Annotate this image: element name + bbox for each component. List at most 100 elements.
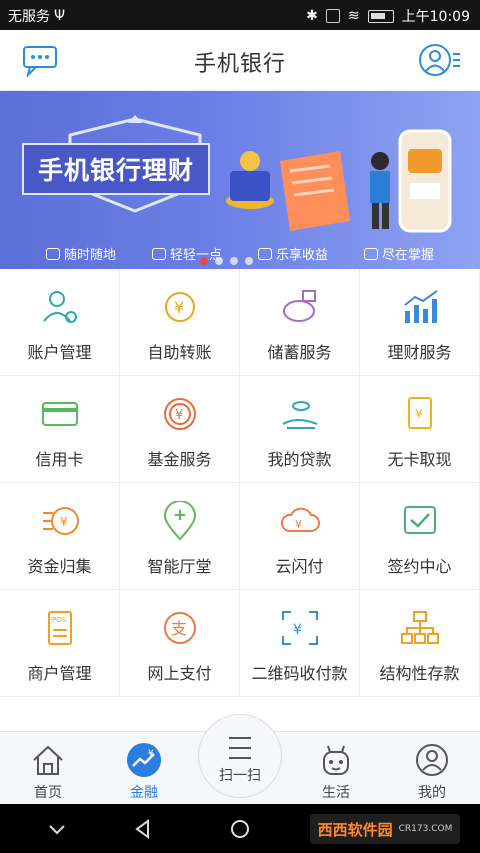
svg-text:支: 支 (171, 619, 187, 638)
contract-icon (403, 506, 436, 534)
tab-finance[interactable]: ¥ 金融 (96, 732, 192, 804)
money-icon (257, 247, 272, 260)
promo-banner[interactable]: 手机银行理财 随时随地 轻轻一点 乐享收益 尽在掌握 (0, 91, 480, 269)
grid-item-label: 自助转账 (147, 343, 212, 362)
back-icon[interactable] (132, 818, 154, 840)
grid-item[interactable]: ¥ 无卡取现 (360, 376, 480, 483)
carousel-dot[interactable] (215, 257, 223, 265)
piggy-bank-icon (282, 290, 316, 322)
bluetooth-icon: ✱ (306, 8, 318, 24)
account-icon (42, 291, 77, 323)
scan-icon (229, 737, 251, 759)
banner-title: 手机银行理财 (22, 143, 211, 195)
online-pay-icon: 支 (163, 612, 196, 644)
grid-item-label: 云闪付 (275, 557, 324, 576)
svg-text:¥: ¥ (148, 749, 154, 759)
credit-card-icon (41, 402, 78, 426)
grid-item-label: 网上支付 (147, 664, 212, 683)
carousel-dot[interactable] (245, 257, 253, 265)
collection-icon: ¥ (42, 507, 79, 535)
home-circle-icon[interactable] (229, 818, 251, 840)
grid-item-label: 储蓄服务 (267, 343, 332, 362)
feature-anytime: 随时随地 (45, 244, 116, 263)
grid-item-label: 智能厅堂 (147, 557, 212, 576)
carousel-dot[interactable] (200, 257, 208, 265)
tap-icon (151, 247, 166, 260)
tab-me[interactable]: 我的 (384, 732, 480, 804)
wallet-icon (363, 247, 378, 260)
scan-button[interactable]: 扫一扫 (198, 714, 282, 798)
cloud-pay-icon: ¥ (280, 507, 320, 532)
home-icon (33, 745, 63, 775)
watermark-sub: CR173.COM (398, 824, 453, 834)
grid-item[interactable]: 签约中心 (360, 483, 480, 590)
grid-item-label: 理财服务 (387, 343, 452, 362)
nfc-icon (325, 9, 340, 23)
grid-item-label: 账户管理 (27, 343, 92, 362)
qr-code-icon: ¥ (281, 611, 318, 645)
chevron-down-icon[interactable] (46, 818, 68, 840)
grid-item[interactable]: 理财服务 (360, 269, 480, 376)
grid-item-label: 结构性存款 (379, 664, 460, 683)
transfer-icon: ¥ (164, 292, 195, 322)
grid-item[interactable]: POS 商户管理 (0, 590, 120, 697)
carousel-dots (200, 257, 253, 265)
clock-text: 上午10:09 (401, 9, 470, 25)
clock-icon (45, 247, 60, 260)
grid-item[interactable]: 信用卡 (0, 376, 120, 483)
svg-text:¥: ¥ (175, 408, 183, 423)
svg-text:¥: ¥ (60, 515, 68, 529)
location-icon (163, 501, 196, 541)
grid-item[interactable]: ¥ 基金服务 (120, 376, 240, 483)
grid-item[interactable]: ¥ 自助转账 (120, 269, 240, 376)
chart-icon (403, 290, 438, 323)
loan-icon (282, 401, 317, 429)
wifi-icon: ≋ (347, 8, 360, 24)
grid-item[interactable]: 智能厅堂 (120, 483, 240, 590)
svg-text:¥: ¥ (293, 622, 302, 638)
grid-item-label: 我的贷款 (267, 450, 332, 469)
structure-icon (400, 611, 439, 644)
service-grid: 账户管理 ¥ 自助转账 储蓄服务 理财服务信用卡 ¥ 基金服务 我的贷款 ¥ 无卡取现 ¥ 资金归集 智… (0, 269, 480, 731)
grid-item-label: 资金归集 (27, 557, 92, 576)
grid-item[interactable]: ¥ 二维码收付款 (240, 590, 360, 697)
cardless-icon: ¥ (407, 397, 432, 429)
usb-icon: Ψ (54, 8, 66, 24)
fund-icon: ¥ (163, 398, 196, 430)
user-menu-icon[interactable] (418, 42, 462, 78)
svg-text:¥: ¥ (174, 298, 184, 317)
grid-item-label: 商户管理 (27, 664, 92, 683)
tab-life[interactable]: 生活 (288, 732, 384, 804)
grid-item-label: 无卡取现 (387, 450, 452, 469)
grid-item-label: 签约中心 (387, 557, 452, 576)
grid-item-label: 基金服务 (147, 450, 212, 469)
grid-item[interactable]: ¥ 资金归集 (0, 483, 120, 590)
page-title: 手机银行 (193, 52, 286, 77)
svg-text:¥: ¥ (295, 518, 302, 531)
finance-icon: ¥ (127, 743, 161, 777)
life-icon (323, 745, 349, 775)
carrier-text: 无服务 (8, 9, 50, 25)
tab-home[interactable]: 首页 (0, 732, 96, 804)
grid-item[interactable]: 结构性存款 (360, 590, 480, 697)
pos-icon: POS (47, 611, 72, 645)
feature-earnings: 乐享收益 (257, 244, 328, 263)
svg-text:¥: ¥ (415, 407, 423, 421)
status-bar: 无服务 Ψ ✱ ≋ 上午10:09 (0, 0, 480, 30)
grid-item-label: 二维码收付款 (251, 664, 348, 683)
grid-item[interactable]: 账户管理 (0, 269, 120, 376)
watermark-text: 西西软件园 (317, 820, 393, 839)
svg-text:POS: POS (52, 616, 67, 624)
app-header: 手机银行 (0, 30, 480, 91)
grid-item[interactable]: 储蓄服务 (240, 269, 360, 376)
feature-control: 尽在掌握 (363, 244, 434, 263)
grid-item[interactable]: 我的贷款 (240, 376, 360, 483)
watermark-logo: 西西软件园 CR173.COM (310, 814, 460, 844)
grid-item[interactable]: ¥ 云闪付 (240, 483, 360, 590)
carousel-dot[interactable] (230, 257, 238, 265)
banner-illustration (226, 129, 452, 233)
battery-icon (367, 9, 394, 23)
system-nav-bar: 西西软件园 CR173.COM (0, 804, 480, 853)
grid-item-label: 信用卡 (35, 450, 84, 469)
grid-item[interactable]: 支网上支付 (120, 590, 240, 697)
